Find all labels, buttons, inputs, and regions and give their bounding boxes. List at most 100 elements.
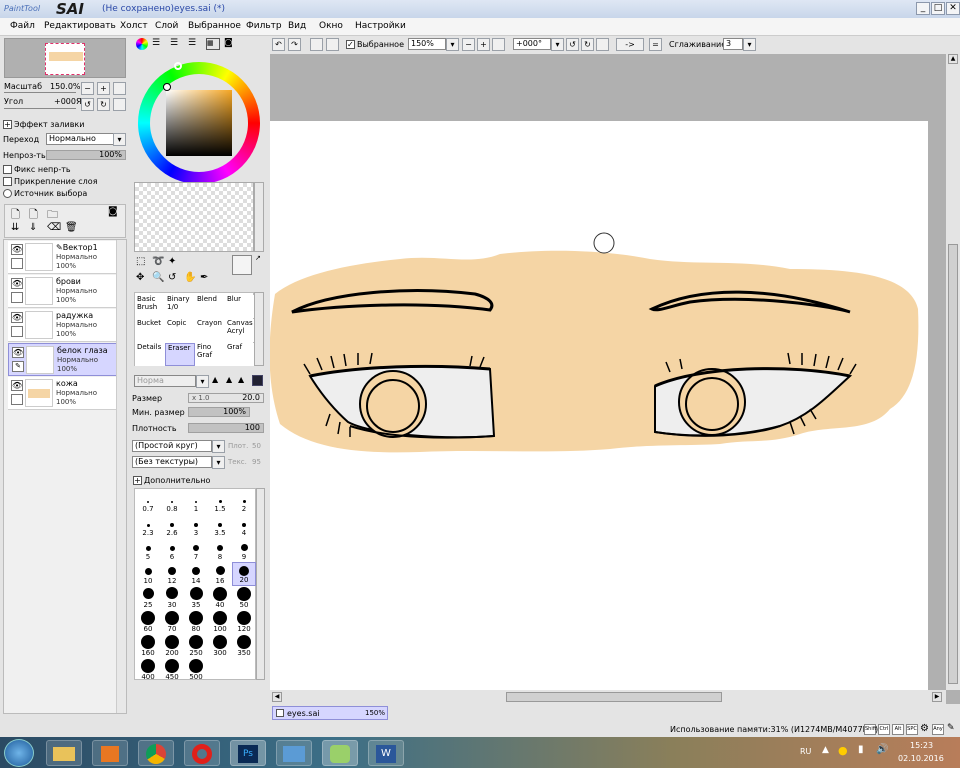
smoothing-field[interactable]: 3	[723, 38, 743, 50]
rotate-tool-icon[interactable]: ↺	[168, 272, 176, 283]
layer-lock-icon[interactable]	[11, 326, 23, 337]
menu-window[interactable]: Окно	[319, 21, 343, 31]
foreground-color-swatch[interactable]	[232, 255, 252, 275]
brush-size-14[interactable]: 14	[184, 562, 208, 586]
brush-size-70[interactable]: 70	[160, 610, 184, 634]
brush-size-60[interactable]: 60	[136, 610, 160, 634]
smoothing-dropdown-icon[interactable]: ▾	[743, 38, 756, 51]
brush-size-2[interactable]: 2	[232, 490, 256, 514]
brush-texture-dropdown-icon[interactable]: ▾	[212, 456, 225, 469]
brush-size-4[interactable]: 4	[232, 514, 256, 538]
brush-size-3[interactable]: 3	[184, 514, 208, 538]
menu-filter[interactable]: Фильтр	[246, 21, 282, 31]
brush-mode-select[interactable]: Норма	[134, 375, 196, 387]
zoom-out-button[interactable]: −	[462, 38, 475, 51]
word-taskbar-icon[interactable]: W	[368, 740, 404, 766]
layer-lock-icon[interactable]	[11, 394, 23, 405]
brush-lock-icon[interactable]: ✎	[12, 361, 24, 372]
clear-layer-icon[interactable]: ⌫	[47, 222, 61, 233]
layer-lock-icon[interactable]	[11, 258, 23, 269]
rgb-slider-tab-icon[interactable]: ☰	[152, 38, 160, 48]
eyedropper-icon[interactable]: ✒	[200, 272, 208, 283]
nav-rotate-reset-button[interactable]	[113, 98, 126, 111]
nav-zoom-out-button[interactable]: −	[81, 82, 94, 95]
selection-visible-checkbox[interactable]: ✓	[346, 40, 355, 49]
layer-lock-icon[interactable]	[11, 292, 23, 303]
hand-icon[interactable]: ✋	[184, 272, 196, 283]
zoom-field[interactable]: 150%	[408, 38, 446, 50]
canvas-drawing[interactable]	[270, 54, 945, 690]
eye-icon[interactable]: 👁	[11, 380, 23, 391]
canvas-vertical-scrollbar[interactable]: ▲	[946, 54, 960, 690]
blend-mode-select[interactable]: Нормально	[46, 133, 114, 145]
tray-app-icon[interactable]: ●	[838, 744, 848, 757]
volume-icon[interactable]: 🔊	[876, 744, 888, 755]
brush-size-50[interactable]: 50	[232, 586, 256, 610]
swatch-scrollbar[interactable]	[254, 182, 264, 252]
brush-size-7[interactable]: 7	[184, 538, 208, 562]
clock-time[interactable]: 15:23	[910, 741, 933, 750]
document-tab[interactable]: eyes.sai 150%	[272, 706, 388, 720]
mixer-tab-icon[interactable]: ☰	[188, 38, 196, 48]
brush-size-12[interactable]: 12	[160, 562, 184, 586]
image-viewer-taskbar-icon[interactable]	[276, 740, 312, 766]
rotate-left-button[interactable]: ↺	[566, 38, 579, 51]
nav-zoom-slider[interactable]	[4, 92, 76, 96]
nav-zoom-reset-button[interactable]	[113, 82, 126, 95]
explorer-taskbar-icon[interactable]	[46, 740, 82, 766]
eye-icon[interactable]: 👁	[11, 278, 23, 289]
minimize-button[interactable]: _	[916, 2, 930, 15]
layer-item[interactable]: 👁 брови Нормально 100%	[8, 275, 117, 308]
magic-wand-icon[interactable]: ✦	[168, 256, 176, 267]
edge-soft-icon[interactable]: ▲	[238, 375, 244, 384]
nav-angle-slider[interactable]	[4, 108, 76, 112]
brush-size-500[interactable]: 500	[184, 658, 208, 682]
brush-texture-select[interactable]: (Без текстуры)	[132, 456, 212, 468]
tool-details[interactable]: Details	[135, 343, 165, 366]
tool-blur[interactable]: Blur	[225, 295, 255, 318]
brush-size-3-5[interactable]: 3.5	[208, 514, 232, 538]
canvas-horizontal-scrollbar[interactable]: ◀ ▶	[270, 690, 946, 704]
layer-item-selected[interactable]: 👁 ✎ белок глаза Нормально 100%	[8, 343, 117, 376]
brush-size-2-3[interactable]: 2.3	[136, 514, 160, 538]
swap-colors-icon[interactable]: ↗	[255, 254, 261, 262]
tool-graf[interactable]: Graf	[225, 343, 255, 366]
tool-copic[interactable]: Copic	[165, 319, 195, 342]
rotate-reset-button[interactable]	[596, 38, 609, 51]
brush-size-0-7[interactable]: 0.7	[136, 490, 160, 514]
brush-size-100[interactable]: 100	[208, 610, 232, 634]
close-button[interactable]: ✕	[946, 2, 960, 15]
brush-size-300[interactable]: 300	[208, 634, 232, 658]
size-slider[interactable]: 20.0	[188, 393, 264, 403]
brush-shape-dropdown-icon[interactable]: ▾	[212, 440, 225, 453]
menu-canvas[interactable]: Холст	[120, 21, 148, 31]
clip-layer-checkbox[interactable]	[3, 177, 12, 186]
language-indicator[interactable]: RU	[800, 747, 811, 756]
deselect-button[interactable]	[310, 38, 323, 51]
gear-icon[interactable]: ⚙	[920, 723, 929, 734]
hsv-slider-tab-icon[interactable]: ☰	[170, 38, 178, 48]
menu-layer[interactable]: Слой	[155, 21, 178, 31]
brush-size-40[interactable]: 40	[208, 586, 232, 610]
brush-size-120[interactable]: 120	[232, 610, 256, 634]
brush-size-200[interactable]: 200	[160, 634, 184, 658]
pen-pressure-icon[interactable]: ✎	[947, 723, 955, 733]
brush-size-20[interactable]: 20	[232, 562, 256, 586]
edge-medium-icon[interactable]: ▲	[226, 375, 232, 384]
eye-icon[interactable]: 👁	[12, 347, 24, 358]
angle-dropdown-icon[interactable]: ▾	[551, 38, 564, 51]
selection-source-radio[interactable]	[3, 189, 12, 198]
move-icon[interactable]: ✥	[136, 272, 144, 283]
zoom-tool-icon[interactable]: 🔍	[152, 272, 164, 283]
swatch-grid[interactable]	[134, 182, 254, 252]
menu-edit[interactable]: Редактировать	[44, 21, 116, 31]
undo-button[interactable]: ↶	[272, 38, 285, 51]
brush-size-0-8[interactable]: 0.8	[160, 490, 184, 514]
eye-icon[interactable]: 👁	[11, 244, 23, 255]
color-sv-square[interactable]	[166, 90, 232, 156]
tray-arrow-icon[interactable]: ▲	[822, 745, 829, 755]
brush-size-6[interactable]: 6	[160, 538, 184, 562]
color-wheel[interactable]	[138, 62, 260, 184]
brush-size-450[interactable]: 450	[160, 658, 184, 682]
opera-taskbar-icon[interactable]	[184, 740, 220, 766]
